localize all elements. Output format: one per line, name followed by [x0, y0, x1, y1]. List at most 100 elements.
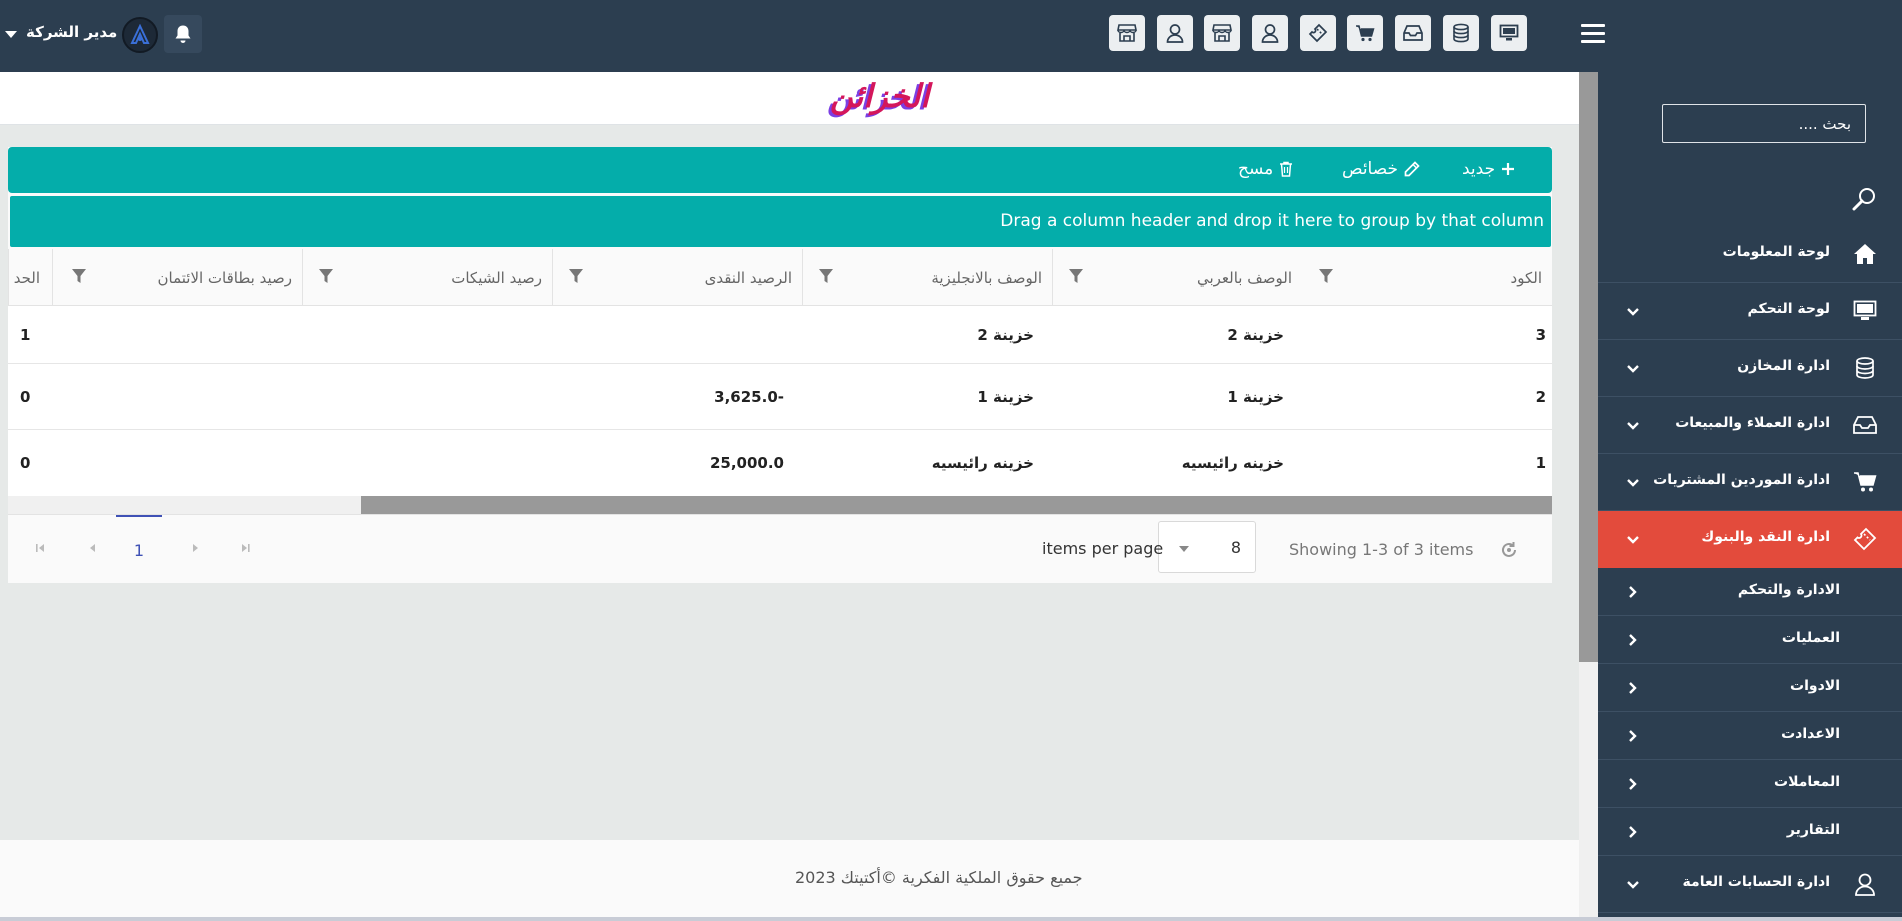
sidebar-subitem-label: المعاملات: [1774, 774, 1840, 790]
grid-toolbar: جديد خصائص مسح: [8, 147, 1552, 193]
vertical-scrollbar[interactable]: [1579, 72, 1598, 921]
sidebar-subitem-reports[interactable]: التقارير: [1598, 808, 1902, 856]
column-header-code[interactable]: الكود: [1302, 249, 1552, 306]
column-header-limit[interactable]: الحد: [8, 249, 52, 306]
chevron-down-icon: [1626, 535, 1640, 544]
next-page-icon[interactable]: [190, 543, 200, 553]
column-header-label: الكود: [1510, 269, 1542, 287]
filter-icon[interactable]: [72, 269, 86, 284]
sidebar-subitem-management[interactable]: الادارة والتحكم: [1598, 568, 1902, 616]
chevron-down-icon[interactable]: [5, 31, 17, 38]
cell-name-en: خزينة 1: [977, 388, 1034, 406]
hamburger-menu-icon[interactable]: [1581, 24, 1605, 44]
top-navbar: مدير الشركة: [0, 0, 1902, 72]
chevron-down-icon: [1626, 364, 1640, 373]
sidebar-item-control-panel[interactable]: لوحة التحكم: [1598, 283, 1902, 340]
cell-cash: -3,625.0: [714, 388, 784, 406]
cart-icon[interactable]: [1347, 15, 1383, 51]
sidebar-item-label: ادارة الحسابات العامة: [1682, 874, 1830, 890]
filter-icon[interactable]: [819, 269, 833, 284]
column-header-label: الرصيد النقدى: [704, 269, 792, 287]
sidebar-subitem-label: الادوات: [1790, 678, 1840, 694]
column-header-name-en[interactable]: الوصف بالانجليزية: [802, 249, 1052, 306]
scrollbar-thumb[interactable]: [1579, 72, 1598, 662]
sidebar-item-label: ادارة العملاء والمبيعات: [1675, 415, 1830, 431]
store-icon[interactable]: [1204, 15, 1240, 51]
avatar[interactable]: [122, 17, 158, 53]
column-header-cash[interactable]: الرصيد النقدى: [552, 249, 802, 306]
page-title: الخزائن: [830, 77, 930, 115]
column-header-name-ar[interactable]: الوصف بالعربي: [1052, 249, 1302, 306]
footer: جميع حقوق الملكية الفكرية ©أكتيتك 2023: [0, 840, 1579, 921]
column-header-credit-cards[interactable]: رصيد بطاقات الائتمان: [52, 249, 302, 306]
cart-icon: [1852, 470, 1878, 494]
sidebar-item-warehouses[interactable]: ادارة المخازن: [1598, 340, 1902, 397]
sidebar-item-suppliers-purchases[interactable]: ادارة الموردين المشتريات: [1598, 454, 1902, 511]
user-icon[interactable]: [1252, 15, 1288, 51]
items-per-page-select[interactable]: 8: [1158, 521, 1256, 573]
search-icon[interactable]: [1852, 186, 1878, 212]
table-row[interactable]: 3 خزينة 2 خزينة 2 1: [8, 306, 1552, 364]
database-icon: [1852, 356, 1878, 380]
filter-icon[interactable]: [319, 269, 333, 284]
column-header-label: الوصف بالعربي: [1196, 269, 1292, 287]
plus-icon: [1502, 163, 1515, 175]
sidebar-subitem-label: الاعدادت: [1781, 726, 1840, 742]
chevron-down-icon: [1626, 880, 1640, 889]
sidebar-subitem-transactions[interactable]: المعاملات: [1598, 760, 1902, 808]
sidebar-item-customers-sales[interactable]: ادارة العملاء والمبيعات: [1598, 397, 1902, 454]
database-icon[interactable]: [1443, 15, 1479, 51]
sidebar-item-general-accounts[interactable]: ادارة الحسابات العامة: [1598, 856, 1902, 913]
sidebar-search-input[interactable]: [1662, 104, 1866, 143]
sidebar: لوحة المعلومات لوحة التحكم ادارة المخازن…: [1598, 72, 1902, 921]
column-header-label: رصيد الشيكات: [451, 269, 542, 287]
chevron-right-icon: [1628, 777, 1637, 791]
table-row[interactable]: 1 خزينه رائيسيه خزينه رائيسيه 25,000.0 0: [8, 430, 1552, 496]
sidebar-subitem-label: الادارة والتحكم: [1737, 582, 1840, 598]
sidebar-subitem-operations[interactable]: العمليات: [1598, 616, 1902, 664]
sidebar-item-label: ادارة النقد والبنوك: [1701, 529, 1830, 545]
bell-icon[interactable]: [164, 15, 202, 53]
filter-icon[interactable]: [569, 269, 583, 284]
chevron-right-icon: [1628, 825, 1637, 839]
last-page-icon[interactable]: [240, 543, 252, 553]
inbox-icon[interactable]: [1395, 15, 1431, 51]
new-button[interactable]: جديد: [1462, 159, 1515, 179]
user-icon: [1852, 872, 1878, 896]
scrollbar-thumb[interactable]: [361, 496, 1552, 514]
table-row[interactable]: 2 خزينة 1 خزينة 1 -3,625.0 0: [8, 364, 1552, 430]
sidebar-item-cash-banks[interactable]: ادارة النقد والبنوك: [1598, 511, 1902, 568]
store-icon[interactable]: [1109, 15, 1145, 51]
chevron-right-icon: [1628, 585, 1637, 599]
page-number-button[interactable]: 1: [116, 515, 162, 583]
sidebar-subitem-tools[interactable]: الادوات: [1598, 664, 1902, 712]
items-per-page-label: items per page: [1042, 539, 1164, 558]
delete-button[interactable]: مسح: [1238, 159, 1293, 179]
pager-info: Showing 1-3 of 3 items: [1289, 540, 1474, 559]
group-hint: Drag a column header and drop it here to…: [1000, 211, 1544, 231]
group-drop-zone[interactable]: Drag a column header and drop it here to…: [10, 196, 1551, 247]
filter-icon[interactable]: [1069, 269, 1083, 284]
column-header-label: الحد: [13, 269, 40, 287]
horizontal-scrollbar[interactable]: [8, 496, 1552, 514]
properties-button[interactable]: خصائص: [1342, 159, 1420, 179]
sidebar-item-label: لوحة المعلومات: [1722, 244, 1830, 260]
first-page-icon[interactable]: [34, 543, 46, 553]
cell-limit: 0: [20, 388, 31, 406]
trash-icon: [1280, 161, 1293, 177]
previous-page-icon[interactable]: [88, 543, 98, 553]
column-header-label: رصيد بطاقات الائتمان: [157, 269, 292, 287]
cell-name-en: خزينة 2: [977, 326, 1034, 344]
user-name[interactable]: مدير الشركة: [26, 23, 117, 41]
filter-icon[interactable]: [1319, 269, 1333, 284]
ticket-icon[interactable]: [1300, 15, 1336, 51]
monitor-icon[interactable]: [1491, 15, 1527, 51]
user-icon[interactable]: [1157, 15, 1193, 51]
sidebar-item-dashboard[interactable]: لوحة المعلومات: [1598, 226, 1902, 283]
sidebar-subitem-settings[interactable]: الاعدادت: [1598, 712, 1902, 760]
column-header-cheques[interactable]: رصيد الشيكات: [302, 249, 552, 306]
chevron-down-icon: [1626, 478, 1640, 487]
refresh-icon[interactable]: [1500, 541, 1518, 559]
cell-limit: 0: [20, 454, 31, 472]
ticket-icon: [1852, 527, 1878, 551]
